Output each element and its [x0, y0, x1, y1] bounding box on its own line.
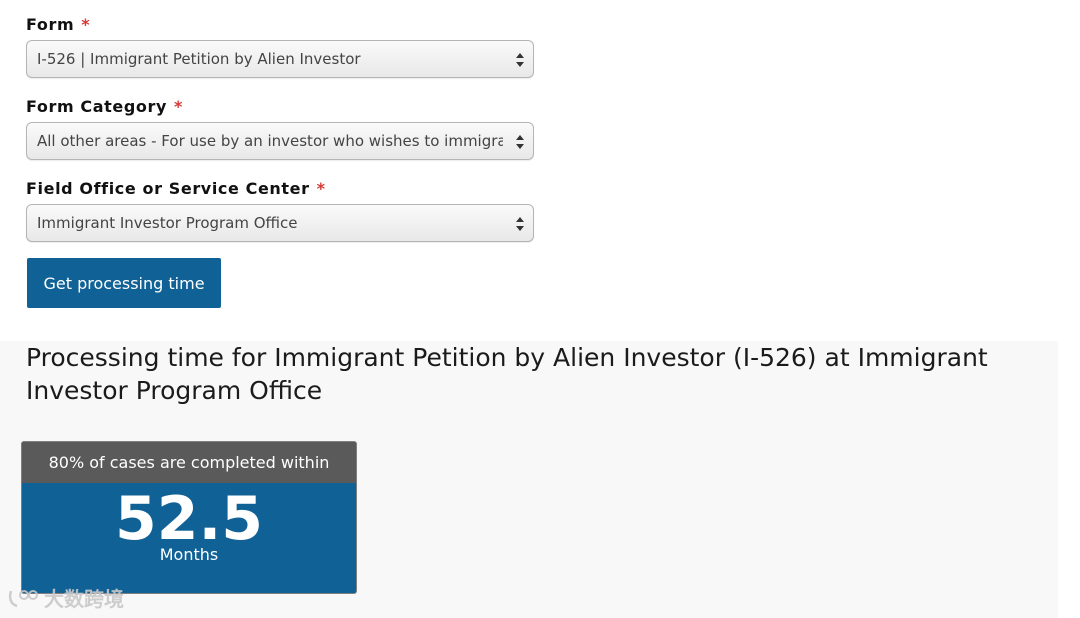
form-category-select-value: All other areas - For use by an investor… — [37, 132, 503, 150]
card-header: 80% of cases are completed within — [22, 442, 356, 483]
processing-time-value: 52.5 — [114, 484, 264, 554]
field-office-select-value: Immigrant Investor Program Office — [37, 214, 298, 232]
select-arrows-icon — [516, 53, 524, 67]
select-arrows-icon — [516, 217, 524, 231]
form-category-select[interactable]: All other areas - For use by an investor… — [26, 122, 534, 160]
form-select-value: I-526 | Immigrant Petition by Alien Inve… — [37, 50, 361, 68]
field-office-label-text: Field Office or Service Center — [26, 179, 310, 198]
processing-time-card: 80% of cases are completed within 52.5 M… — [21, 441, 357, 594]
field-office-select[interactable]: Immigrant Investor Program Office — [26, 204, 534, 242]
form-category-label: Form Category * — [26, 97, 183, 116]
form-label-text: Form — [26, 15, 75, 34]
get-processing-time-button[interactable]: Get processing time — [27, 258, 221, 308]
required-marker: * — [81, 15, 91, 34]
required-marker: * — [316, 179, 326, 198]
result-panel: Processing time for Immigrant Petition b… — [0, 341, 1058, 618]
required-marker: * — [174, 97, 183, 116]
watermark-text: 大数跨境 — [44, 587, 124, 611]
select-arrows-icon — [516, 135, 524, 149]
form-select[interactable]: I-526 | Immigrant Petition by Alien Inve… — [26, 40, 534, 78]
result-title: Processing time for Immigrant Petition b… — [26, 343, 988, 405]
watermark: 大数跨境 — [8, 583, 124, 612]
form-category-label-text: Form Category — [26, 97, 168, 116]
watermark-logo-icon — [8, 589, 38, 607]
processing-time-unit: Months — [159, 545, 219, 564]
form-label: Form * — [26, 15, 90, 34]
field-office-label: Field Office or Service Center * — [26, 179, 326, 198]
